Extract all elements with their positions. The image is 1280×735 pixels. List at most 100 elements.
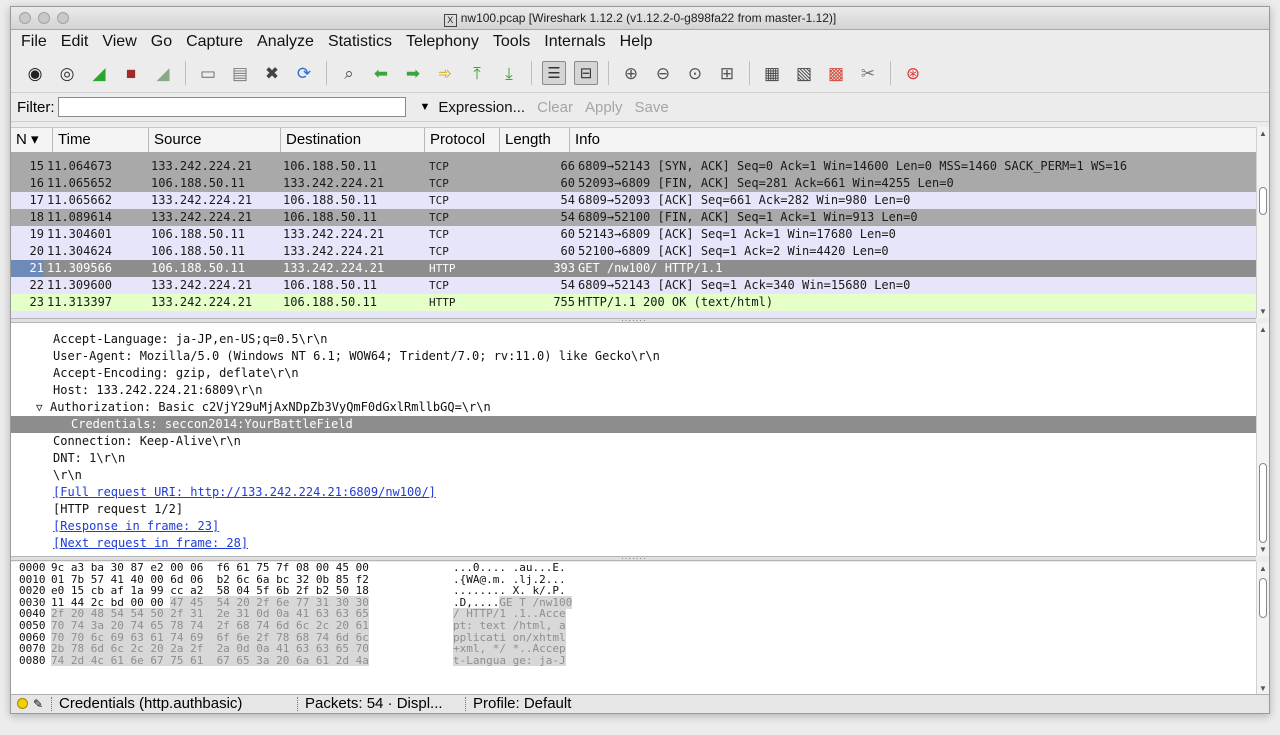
scroll-thumb[interactable] [1259,463,1267,543]
last-packet-icon[interactable]: ⤓ [497,61,521,85]
full-request-uri-link[interactable]: [Full request URI: http://133.242.224.21… [11,484,1256,501]
menu-statistics[interactable]: Statistics [320,33,398,51]
hex-row[interactable]: 0080 74 2d 4c 61 6e 67 75 61 67 65 3a 20 … [11,655,1256,667]
menu-edit[interactable]: Edit [53,33,95,51]
column-length[interactable]: Length [500,128,570,152]
packet-destination: 106.188.50.11 [283,295,377,309]
tree-item-partial[interactable] [11,323,1256,331]
column-destination[interactable]: Destination [281,128,425,152]
expression-button[interactable]: Expression... [438,99,525,116]
scroll-up-icon[interactable]: ▲ [1259,325,1267,334]
capture-filters-icon[interactable]: ▦ [760,61,784,85]
menu-view[interactable]: View [94,33,142,51]
tree-item-credentials[interactable]: Credentials: seccon2014:YourBattleField [11,416,1256,433]
column-source[interactable]: Source [149,128,281,152]
clear-button[interactable]: Clear [537,99,573,116]
column-protocol[interactable]: Protocol [425,128,500,152]
capture-comment-icon[interactable]: ✎ [33,697,43,711]
go-to-packet-icon[interactable]: ➾ [433,61,457,85]
interfaces-icon[interactable]: ◉ [23,61,47,85]
tree-item-authorization[interactable]: ▽ Authorization: Basic c2VjY29uMjAxNDpZb3… [11,399,1256,416]
stop-capture-icon[interactable]: ■ [119,61,143,85]
scroll-down-icon[interactable]: ▼ [1259,545,1267,554]
close-file-icon[interactable]: ✖ [260,61,284,85]
scroll-down-icon[interactable]: ▼ [1259,307,1267,316]
menu-internals[interactable]: Internals [536,33,611,51]
table-row[interactable]: 18 11.089614 133.242.224.21 106.188.50.11 TC… [11,209,1256,226]
column-time[interactable]: Time [53,128,149,152]
help-icon[interactable]: ⊛ [901,61,925,85]
tree-item[interactable]: Host: 133.242.224.21:6809\r\n [11,382,1256,399]
tree-item[interactable]: Accept-Language: ja-JP,en-US;q=0.5\r\n [11,331,1256,348]
tree-item[interactable]: \r\n [11,467,1256,484]
open-file-icon[interactable]: ▭ [196,61,220,85]
scroll-down-icon[interactable]: ▼ [1259,684,1267,693]
zoom-in-icon[interactable]: ⊕ [619,61,643,85]
colorize-icon[interactable]: ☰ [542,61,566,85]
menu-go[interactable]: Go [143,33,178,51]
tree-item[interactable]: Accept-Encoding: gzip, deflate\r\n [11,365,1256,382]
hex-row[interactable]: 0050 70 74 3a 20 74 65 78 74 2f 68 74 6d … [11,620,1256,632]
go-forward-icon[interactable]: ➡ [401,61,425,85]
scroll-thumb[interactable] [1259,578,1267,618]
menu-capture[interactable]: Capture [178,33,249,51]
display-filters-icon[interactable]: ▧ [792,61,816,85]
zoom-out-icon[interactable]: ⊖ [651,61,675,85]
hex-row[interactable]: 0000 9c a3 ba 30 87 e2 00 06 f6 61 75 7f … [11,562,1256,574]
first-packet-icon[interactable]: ⤒ [465,61,489,85]
resize-columns-icon[interactable]: ⊞ [715,61,739,85]
column-number[interactable]: N ▾ [11,128,53,152]
tree-item[interactable]: DNT: 1\r\n [11,450,1256,467]
apply-button[interactable]: Apply [585,99,623,116]
column-info[interactable]: Info [570,128,1256,152]
pane-splitter[interactable]: ······· [11,555,1256,563]
tree-item[interactable]: User-Agent: Mozilla/5.0 (Windows NT 6.1;… [11,348,1256,365]
coloring-rules-icon[interactable]: ▩ [824,61,848,85]
expand-triangle-icon[interactable]: ▽ [36,399,50,416]
menu-analyze[interactable]: Analyze [249,33,320,51]
packet-list-header: N ▾ Time Source Destination Protocol Len… [11,127,1256,153]
expert-info-icon[interactable] [17,698,28,709]
menu-telephony[interactable]: Telephony [398,33,485,51]
preferences-icon[interactable]: ✂ [856,61,880,85]
hex-row[interactable]: 0070 2b 78 6d 6c 2c 20 2a 2f 2a 0d 0a 41 … [11,643,1256,655]
table-row[interactable]: 19 11.304601 106.188.50.11 133.242.224.21 TC… [11,226,1256,243]
scroll-thumb[interactable] [1259,187,1267,215]
normal-size-icon[interactable]: ⊙ [683,61,707,85]
response-frame-link[interactable]: [Response in frame: 23] [11,518,1256,535]
packet-source: 133.242.224.21 [151,193,253,207]
scroll-up-icon[interactable]: ▲ [1259,129,1267,138]
filter-input[interactable] [57,97,406,117]
start-capture-icon[interactable]: ◢ [87,61,111,85]
table-row[interactable]: 16 11.065652 106.188.50.11 133.242.224.21 TC… [11,175,1256,192]
table-row[interactable]: 23 11.313397 133.242.224.21 106.188.50.11 HT… [11,294,1256,311]
reload-icon[interactable]: ⟳ [292,61,316,85]
table-row[interactable]: 20 11.304624 106.188.50.11 133.242.224.21 TC… [11,243,1256,260]
menu-help[interactable]: Help [612,33,659,51]
next-request-frame-link[interactable]: [Next request in frame: 28] [11,535,1256,552]
bytes-scrollbar[interactable]: ▲ ▼ [1256,562,1269,695]
status-profile[interactable]: Profile: Default [469,695,571,713]
table-row[interactable]: 22 11.309600 133.242.224.21 106.188.50.11 TC… [11,277,1256,294]
save-file-icon[interactable]: ▤ [228,61,252,85]
packet-number: 21 [11,260,44,277]
find-packet-icon[interactable]: ⌕ [337,61,361,85]
filter-dropdown-icon[interactable]: ▼ [420,101,431,113]
tree-item[interactable]: [HTTP request 1/2] [11,501,1256,518]
auto-scroll-icon[interactable]: ⊟ [574,61,598,85]
menu-tools[interactable]: Tools [485,33,536,51]
packet-list-scrollbar[interactable]: ▲ ▼ [1256,127,1269,318]
save-filter-button[interactable]: Save [635,99,669,116]
status-separator [297,697,299,711]
table-row[interactable]: 17 11.065662 133.242.224.21 106.188.50.11 TC… [11,192,1256,209]
capture-options-icon[interactable]: ◎ [55,61,79,85]
restart-capture-icon[interactable]: ◢ [151,61,175,85]
details-scrollbar[interactable]: ▲ ▼ [1256,323,1269,556]
menu-file[interactable]: File [13,33,53,51]
tree-item[interactable]: Connection: Keep-Alive\r\n [11,433,1256,450]
scroll-up-icon[interactable]: ▲ [1259,564,1267,573]
hex-offset: 0080 [19,653,46,667]
table-row[interactable]: 15 11.064673 133.242.224.21 106.188.50.11 TC… [11,158,1256,175]
table-row-selected[interactable]: 21 11.309566 106.188.50.11 133.242.224.21 HT… [11,260,1256,277]
go-back-icon[interactable]: ⬅ [369,61,393,85]
